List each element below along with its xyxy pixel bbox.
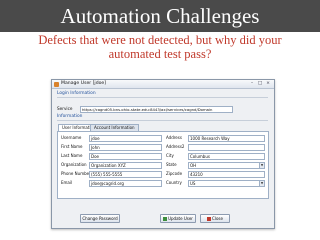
last-name-label: Last Name xyxy=(61,153,83,158)
chevron-down-icon[interactable]: ▼ xyxy=(259,163,264,168)
service-label: Service xyxy=(57,106,73,111)
state-value: OH xyxy=(190,163,197,168)
email-field[interactable]: jdoe@cagrid.org xyxy=(89,180,162,187)
country-value: US xyxy=(190,181,196,186)
phone-number-label: Phone Number xyxy=(61,171,91,176)
app-icon xyxy=(54,81,59,87)
address-field[interactable]: 1000 Research Way xyxy=(188,135,265,142)
organization-label: Organization xyxy=(61,162,87,167)
organization-field[interactable]: Organization XYZ xyxy=(89,162,162,169)
slide-header: Automation Challenges Defects that were … xyxy=(0,0,320,68)
first-name-label: First Name xyxy=(61,144,83,149)
email-label: Email xyxy=(61,180,73,185)
change-password-label: Change Password xyxy=(82,216,118,221)
last-name-field[interactable]: Doe xyxy=(89,153,162,160)
slide-title: Automation Challenges xyxy=(60,4,260,28)
city-label: City xyxy=(166,153,174,158)
username-label: Username xyxy=(61,135,82,140)
close-label: Close xyxy=(212,216,223,221)
zipcode-label: Zipcode xyxy=(166,171,183,176)
divider xyxy=(57,97,268,98)
information-heading: Information xyxy=(57,114,83,119)
first-name-field[interactable]: John xyxy=(89,144,162,151)
service-url-field[interactable]: https://cagnd05.bns.ohio-state.edu:8443/… xyxy=(80,106,233,113)
username-field[interactable]: jdoe xyxy=(89,135,162,142)
close-icon xyxy=(207,216,212,221)
minimize-icon[interactable]: – xyxy=(248,81,256,87)
update-user-button[interactable]: Update User xyxy=(160,214,196,223)
user-information-panel: Username jdoe First Name John Last Name … xyxy=(57,131,269,199)
zipcode-field[interactable]: 43210 xyxy=(188,171,265,178)
login-information-heading: Login Information xyxy=(57,91,96,96)
close-icon[interactable]: × xyxy=(264,81,272,87)
divider xyxy=(57,120,268,121)
state-select[interactable]: OH ▼ xyxy=(188,162,265,169)
country-label: Country xyxy=(166,180,182,185)
close-button[interactable]: Close xyxy=(200,214,230,223)
city-field[interactable]: Columbus xyxy=(188,153,265,160)
phone-number-field[interactable]: (555) 555-5555 xyxy=(89,171,162,178)
state-label: State xyxy=(166,162,177,167)
chevron-down-icon[interactable]: ▼ xyxy=(259,181,264,186)
slide-subtitle: Defects that were not detected, but why … xyxy=(38,33,282,61)
window-title: Manage User [jdoe] xyxy=(61,81,107,86)
address2-label: Address2 xyxy=(166,144,185,149)
manage-user-window: Manage User [jdoe] – □ × Login Informati… xyxy=(51,79,275,229)
country-select[interactable]: US ▼ xyxy=(188,180,265,187)
tab-account-information[interactable]: Account Information xyxy=(90,124,139,131)
change-password-button[interactable]: Change Password xyxy=(80,214,120,223)
address-label: Address xyxy=(166,135,182,140)
update-icon xyxy=(163,216,168,221)
window-titlebar[interactable]: Manage User [jdoe] – □ × xyxy=(52,80,274,89)
address2-field[interactable] xyxy=(188,144,265,151)
update-user-label: Update User xyxy=(168,216,193,221)
maximize-icon[interactable]: □ xyxy=(256,81,264,87)
